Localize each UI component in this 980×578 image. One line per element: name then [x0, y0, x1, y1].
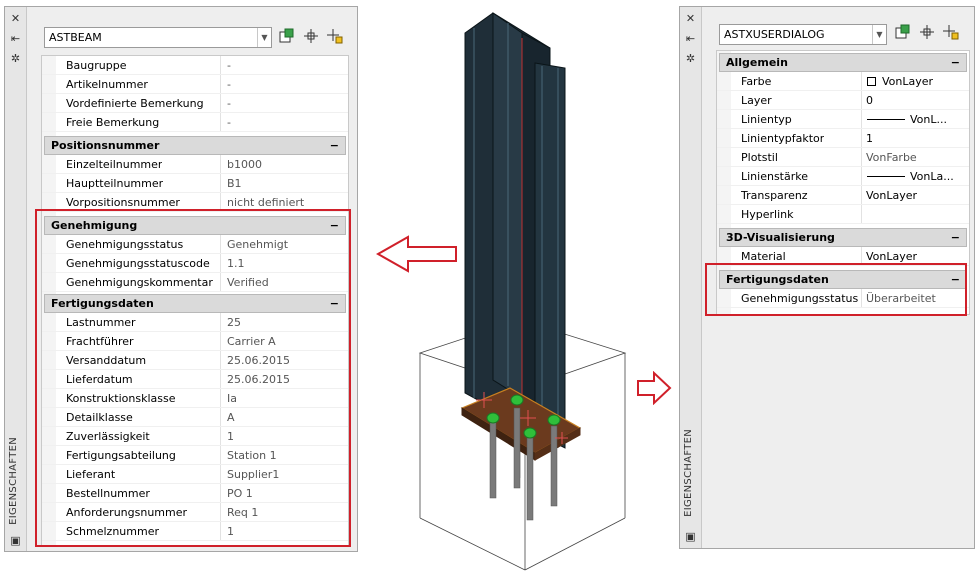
palette-menu-icon[interactable]: ▣ — [683, 529, 698, 544]
gear-icon[interactable]: ✲ — [683, 51, 698, 66]
close-icon[interactable]: ✕ — [8, 11, 23, 26]
property-row[interactable]: Transparenz VonLayer — [717, 186, 969, 205]
arrow-right-icon — [637, 371, 672, 405]
property-row[interactable]: Freie Bemerkung - — [42, 113, 348, 132]
linetype-preview-icon — [867, 119, 905, 120]
autohide-icon[interactable]: ⇤ — [8, 31, 23, 46]
property-row[interactable]: Baugruppe - — [42, 56, 348, 75]
select-objects-icon[interactable] — [301, 28, 321, 48]
select-objects-icon[interactable] — [917, 24, 937, 44]
quick-select-icon[interactable] — [893, 24, 913, 44]
object-type-value: ASTBEAM — [49, 31, 102, 44]
property-row[interactable]: Plotstil VonFarbe — [717, 148, 969, 167]
palette-menu-icon[interactable]: ▣ — [8, 533, 23, 548]
collapse-icon[interactable]: − — [951, 229, 960, 246]
right-palette-titlebar[interactable]: ✕ ⇤ ✲ EIGENSCHAFTEN ▣ — [680, 7, 702, 548]
property-row[interactable]: Einzelteilnummer b1000 — [42, 155, 348, 174]
chevron-down-icon[interactable]: ▼ — [872, 25, 886, 44]
section-allgemein[interactable]: Allgemein − — [719, 53, 967, 72]
property-row-farbe[interactable]: Farbe VonLayer — [717, 72, 969, 91]
property-row[interactable]: Vordefinierte Bemerkung - — [42, 94, 348, 113]
highlight-frame-right — [705, 263, 967, 316]
object-type-dropdown[interactable]: ASTBEAM ▼ — [44, 27, 272, 48]
object-type-dropdown[interactable]: ASTXUSERDIALOG ▼ — [719, 24, 887, 45]
highlight-frame-left — [35, 209, 351, 547]
property-row[interactable]: Layer 0 — [717, 91, 969, 110]
palette-title: EIGENSCHAFTEN — [8, 437, 19, 525]
section-3d-visualisierung[interactable]: 3D-Visualisierung − — [719, 228, 967, 247]
property-row[interactable]: Artikelnummer - — [42, 75, 348, 94]
chevron-down-icon[interactable]: ▼ — [257, 28, 271, 47]
object-type-value: ASTXUSERDIALOG — [724, 28, 825, 41]
gear-icon[interactable]: ✲ — [8, 51, 23, 66]
quick-select-icon[interactable] — [277, 28, 297, 48]
property-row-linientyp[interactable]: Linientyp VonL... — [717, 110, 969, 129]
property-row[interactable]: Hyperlink — [717, 205, 969, 224]
property-row[interactable]: Hauptteilnummer B1 — [42, 174, 348, 193]
section-positionsnummer[interactable]: Positionsnummer − — [44, 136, 346, 155]
pickadd-icon[interactable] — [325, 28, 345, 48]
left-palette-titlebar[interactable]: ✕ ⇤ ✲ EIGENSCHAFTEN ▣ — [5, 7, 27, 551]
collapse-icon[interactable]: − — [330, 137, 339, 154]
palette-title: EIGENSCHAFTEN — [683, 429, 694, 517]
lineweight-preview-icon — [867, 176, 905, 177]
close-icon[interactable]: ✕ — [683, 11, 698, 26]
steel-column-model — [418, 12, 627, 571]
property-row-linienstaerke[interactable]: Linienstärke VonLa... — [717, 167, 969, 186]
color-swatch-icon — [867, 77, 876, 86]
property-row[interactable]: Linientypfaktor 1 — [717, 129, 969, 148]
pickadd-icon[interactable] — [941, 24, 961, 44]
collapse-icon[interactable]: − — [951, 54, 960, 71]
autohide-icon[interactable]: ⇤ — [683, 31, 698, 46]
